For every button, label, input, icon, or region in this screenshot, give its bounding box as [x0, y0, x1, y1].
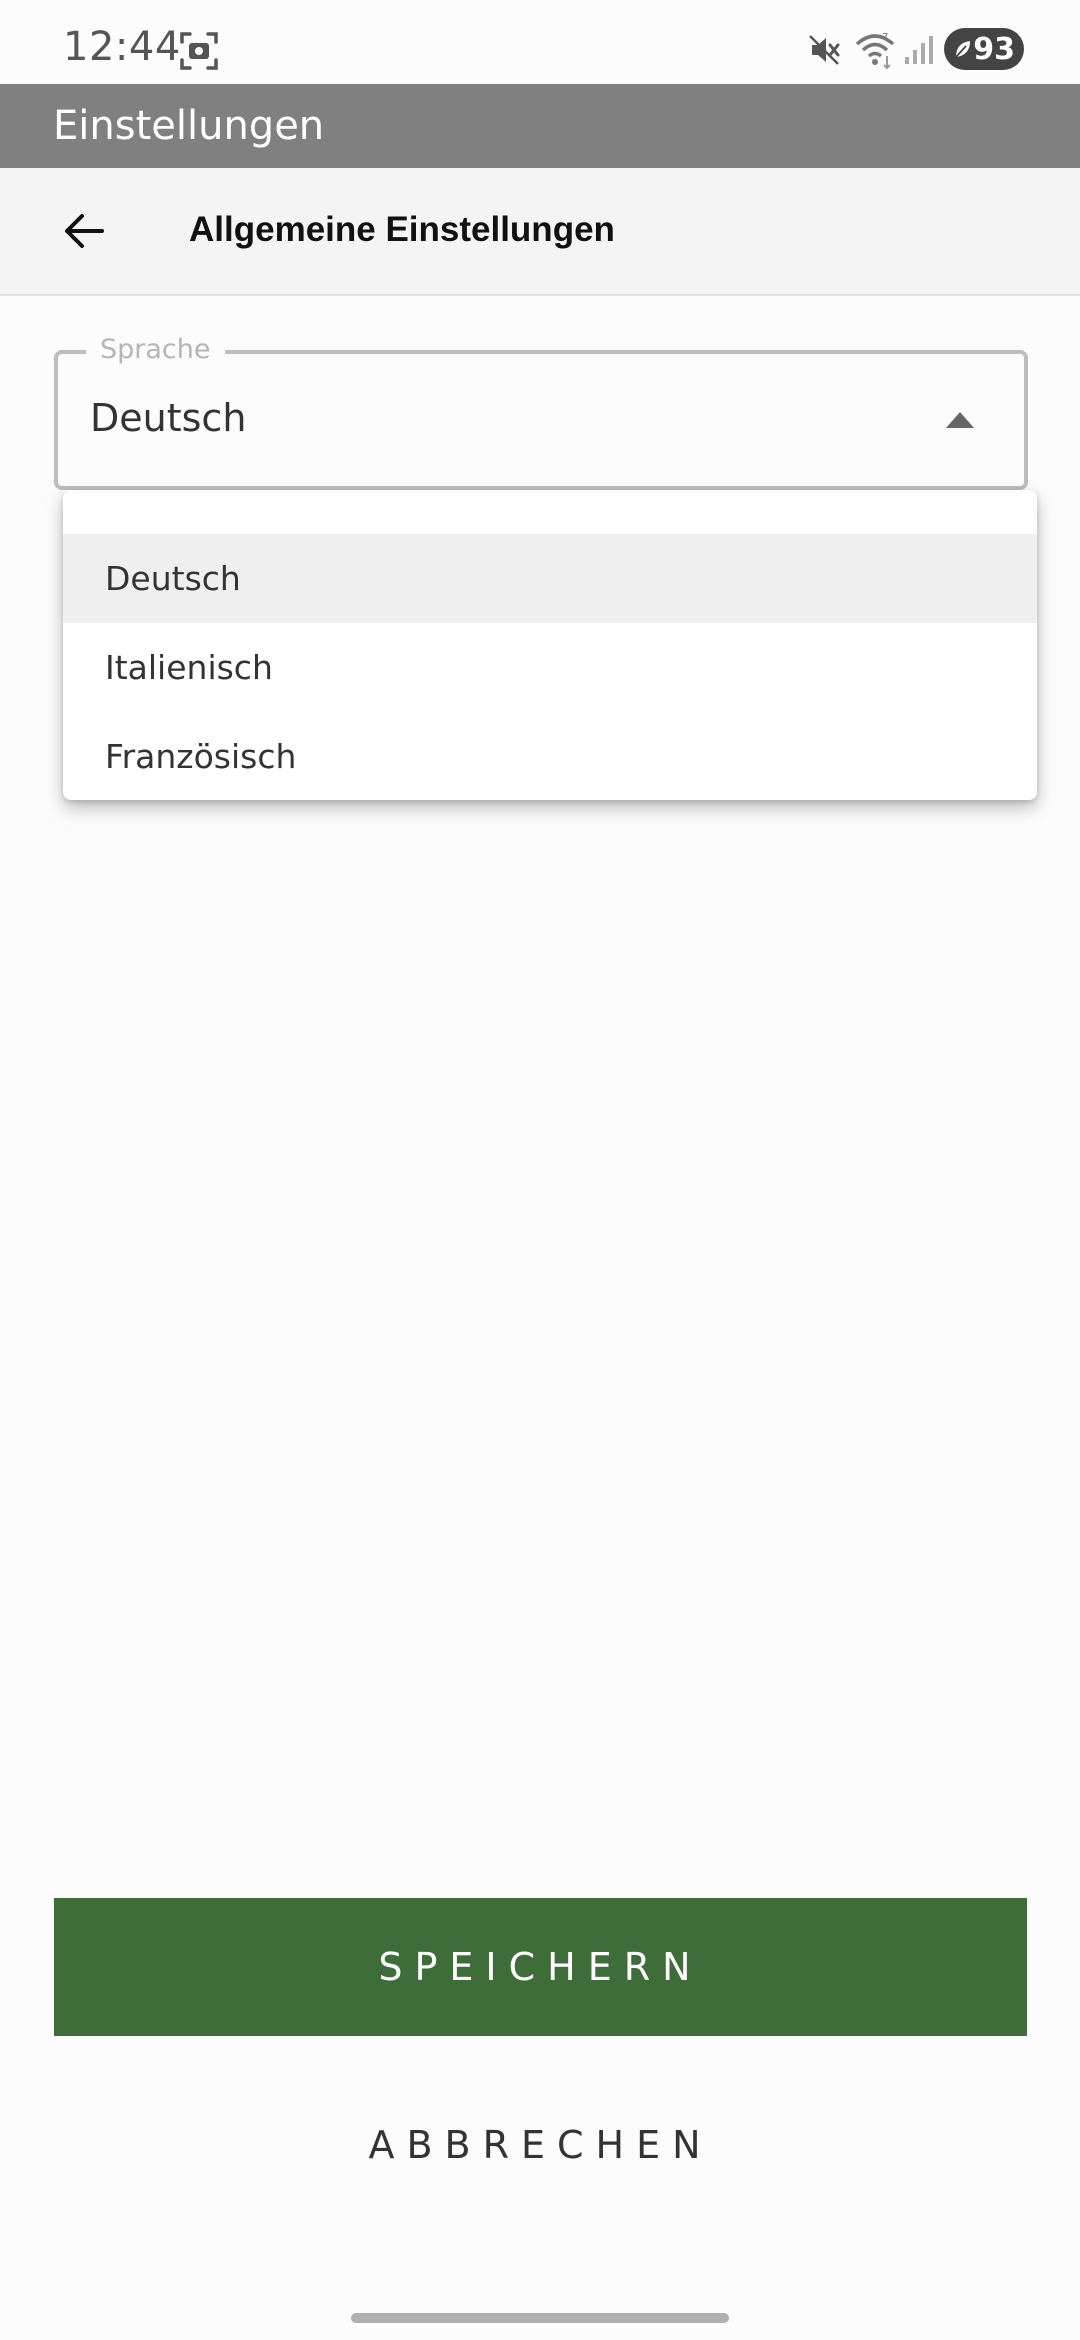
home-indicator[interactable]	[351, 2313, 729, 2323]
battery-saver-leaf-icon	[955, 41, 970, 58]
back-button[interactable]	[52, 196, 116, 266]
language-dropdown-menu: Deutsch Italienisch Französisch	[63, 490, 1037, 800]
screenshot-icon	[180, 32, 218, 70]
language-option-franzoesisch[interactable]: Französisch	[63, 712, 1037, 800]
signal-icon	[905, 36, 933, 64]
svg-text:7: 7	[882, 32, 888, 43]
language-option-deutsch[interactable]: Deutsch	[63, 534, 1037, 623]
language-select-value[interactable]: Deutsch	[90, 396, 246, 440]
cancel-button[interactable]: ABBRECHEN	[54, 2100, 1027, 2190]
caret-up-icon[interactable]	[946, 412, 974, 428]
language-select-label: Sprache	[86, 334, 225, 365]
mute-icon	[809, 35, 840, 65]
save-button[interactable]: SPEICHERN	[54, 1898, 1027, 2036]
arrow-left-icon	[65, 214, 104, 248]
status-bar: 12:44 7 93	[0, 0, 1080, 84]
app-bar: Einstellungen	[0, 84, 1080, 168]
language-option-italienisch[interactable]: Italienisch	[63, 623, 1037, 712]
app-bar-title: Einstellungen	[53, 103, 325, 149]
battery-level: 93	[973, 31, 1015, 67]
wifi-icon: 7	[855, 32, 895, 70]
page-title: Allgemeine Einstellungen	[189, 210, 615, 249]
status-time: 12:44	[63, 24, 181, 70]
battery-indicator: 93	[944, 28, 1024, 70]
